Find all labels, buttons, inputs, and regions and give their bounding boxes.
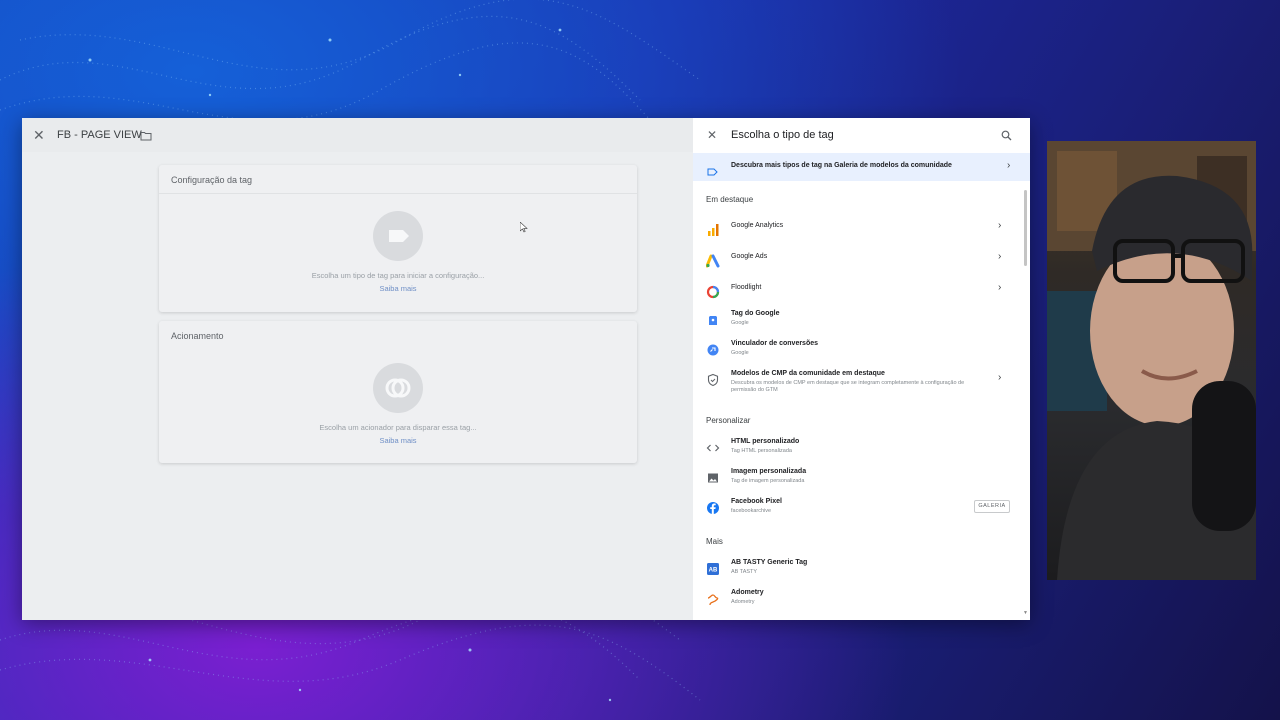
section-more: Mais — [706, 537, 723, 546]
list-item[interactable]: Google Ads › — [693, 248, 1023, 276]
list-item[interactable]: AB AB TASTY Generic Tag AB TASTY — [693, 556, 1023, 584]
scrollbar[interactable] — [1024, 190, 1027, 266]
chevron-right-icon: › — [998, 282, 1002, 293]
chevron-right-icon: › — [998, 372, 1002, 383]
item-name: Modelos de CMP da comunidade em destaque — [731, 370, 885, 377]
gallery-badge: GALERIA — [974, 500, 1010, 513]
list-item[interactable]: Floodlight › — [693, 279, 1023, 307]
image-icon — [706, 471, 720, 485]
item-subtitle: facebookarchive — [731, 508, 772, 514]
card-title: Configuração da tag — [171, 175, 253, 185]
item-subtitle: Google — [731, 320, 749, 326]
card-description: Escolha um acionador para disparar essa … — [319, 423, 477, 432]
chevron-right-icon: › — [998, 220, 1002, 231]
list-item[interactable]: Google Analytics › — [693, 217, 1023, 245]
section-custom: Personalizar — [706, 416, 751, 425]
banner-text: Descubra mais tipos de tag na Galeria de… — [731, 162, 952, 169]
close-icon[interactable]: ✕ — [33, 127, 45, 144]
item-subtitle: Descubra os modelos de CMP em destaque q… — [731, 380, 965, 393]
list-item[interactable]: Facebook Pixel facebookarchive GALERIA — [693, 495, 1023, 523]
svg-text:AB: AB — [709, 568, 718, 574]
item-name: Google Ads — [731, 253, 768, 260]
panel-title: Escolha o tipo de tag — [731, 129, 834, 141]
item-name: Imagem personalizada — [731, 468, 807, 475]
analytics-icon — [706, 223, 720, 237]
triggering-card[interactable]: Acionamento Escolha um acionador para di… — [159, 321, 637, 463]
community-gallery-banner[interactable]: Descubra mais tipos de tag na Galeria de… — [693, 153, 1030, 181]
item-subtitle: Tag de imagem personalizada — [731, 478, 805, 484]
section-featured: Em destaque — [706, 195, 754, 204]
tag-editor-pane: ✕ FB - PAGE VIEW Configuração da tag Esc… — [22, 118, 693, 620]
tag-configuration-card[interactable]: Configuração da tag Escolha um tipo de t… — [159, 165, 637, 312]
search-icon[interactable] — [1001, 128, 1012, 146]
close-icon[interactable]: ✕ — [707, 128, 717, 142]
list-item[interactable]: Imagem personalizada Tag de imagem perso… — [693, 465, 1023, 493]
item-name: Vinculador de conversões — [731, 340, 819, 347]
item-subtitle: AB TASTY — [731, 569, 758, 575]
tag-outline-icon — [707, 163, 718, 181]
shield-icon — [706, 373, 720, 387]
tag-icon[interactable] — [373, 211, 423, 261]
card-title: Acionamento — [171, 331, 224, 341]
facebook-icon — [706, 501, 720, 515]
chevron-right-icon: › — [998, 251, 1002, 262]
learn-more-link[interactable]: Saiba mais — [159, 284, 637, 293]
item-name: Floodlight — [731, 284, 762, 291]
gtm-window: ✕ FB - PAGE VIEW Configuração da tag Esc… — [22, 118, 1030, 620]
item-subtitle: Adometry — [731, 599, 755, 605]
google-tag-icon — [706, 313, 720, 327]
abtasty-icon: AB — [706, 562, 720, 576]
learn-more-link[interactable]: Saiba mais — [159, 436, 637, 445]
list-item[interactable]: Adometry Adometry — [693, 586, 1023, 614]
item-name: Google Analytics — [731, 222, 784, 229]
google-ads-icon — [705, 254, 720, 268]
divider — [159, 193, 637, 194]
tag-editor-header: ✕ FB - PAGE VIEW — [22, 118, 693, 152]
item-name: Facebook Pixel — [731, 498, 782, 505]
webcam-video — [1047, 141, 1256, 580]
tag-type-panel: ✕ Escolha o tipo de tag Descubra mais ti… — [693, 118, 1030, 620]
list-item[interactable]: Tag do Google Google — [693, 307, 1023, 335]
item-name: AB TASTY Generic Tag — [731, 559, 808, 566]
trigger-icon[interactable] — [373, 363, 423, 413]
scroll-down-icon[interactable]: ▼ — [1023, 610, 1028, 616]
list-item[interactable]: Modelos de CMP da comunidade em destaque… — [693, 367, 1023, 399]
item-subtitle: Google — [731, 350, 749, 356]
code-icon — [706, 441, 720, 455]
adometry-icon — [706, 592, 720, 606]
conversion-linker-icon — [706, 343, 720, 357]
tag-name[interactable]: FB - PAGE VIEW — [57, 129, 142, 141]
item-subtitle: Tag HTML personalizada — [731, 448, 792, 454]
person-image — [1047, 141, 1256, 580]
mouse-cursor-icon — [520, 222, 528, 233]
list-item[interactable]: HTML personalizado Tag HTML personalizad… — [693, 435, 1023, 463]
chevron-right-icon: › — [1007, 160, 1011, 171]
card-description: Escolha um tipo de tag para iniciar a co… — [311, 271, 485, 280]
item-name: Adometry — [731, 589, 764, 596]
item-name: Tag do Google — [731, 310, 780, 317]
item-name: HTML personalizado — [731, 438, 800, 445]
floodlight-icon — [706, 285, 720, 299]
list-item[interactable]: Vinculador de conversões Google — [693, 337, 1023, 365]
panel-header: ✕ Escolha o tipo de tag — [693, 118, 1030, 152]
folder-icon[interactable] — [140, 128, 152, 146]
